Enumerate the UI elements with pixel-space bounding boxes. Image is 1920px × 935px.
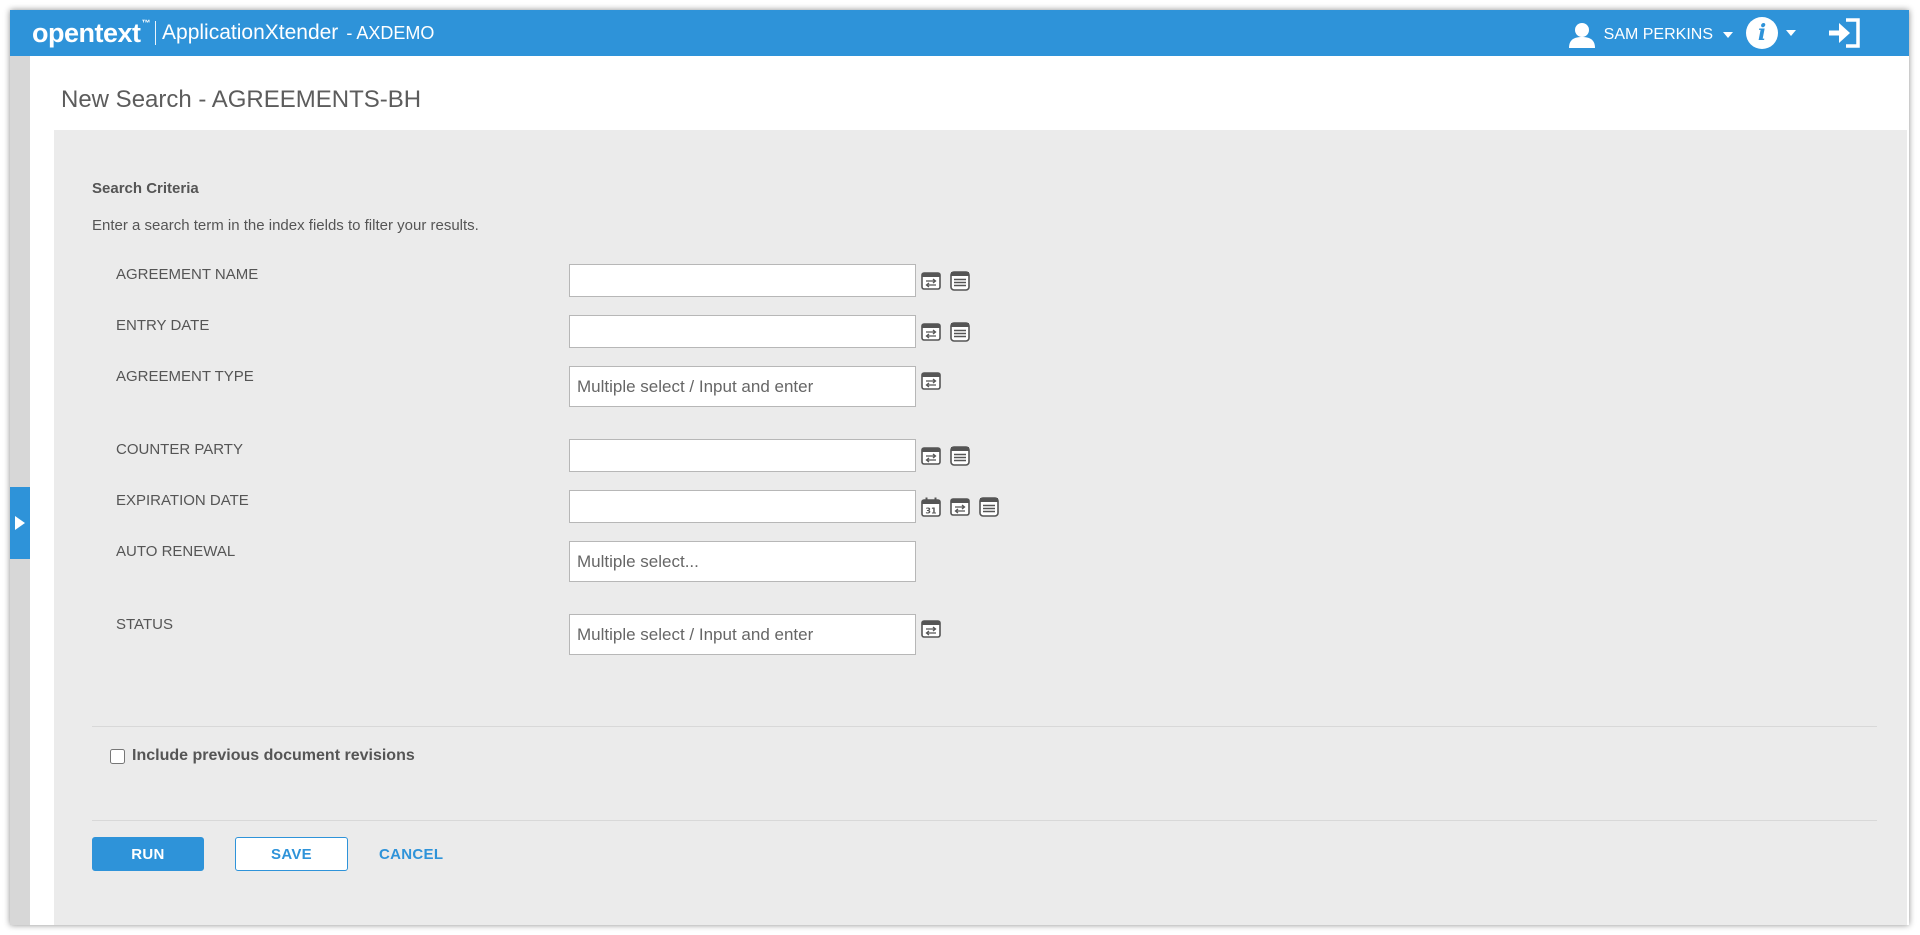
app-window: opentext™ ApplicationXtender - AXDEMO SA…	[10, 10, 1909, 925]
operator-icon[interactable]	[921, 271, 941, 291]
search-criteria-title: Search Criteria	[92, 180, 199, 197]
top-bar: opentext™ ApplicationXtender - AXDEMO SA…	[10, 10, 1909, 56]
save-button[interactable]: SAVE	[235, 837, 348, 871]
info-icon: i	[1746, 17, 1778, 49]
list-icon[interactable]	[979, 497, 999, 517]
include-revisions-option[interactable]: Include previous document revisions	[110, 747, 415, 765]
field-label-auto-renewal: AUTO RENEWAL	[116, 543, 236, 560]
info-menu[interactable]: i	[1746, 17, 1796, 49]
logout-button[interactable]	[1827, 18, 1861, 53]
chevron-down-icon	[1723, 32, 1733, 38]
expiration-date-input[interactable]	[569, 490, 916, 523]
user-icon	[1568, 23, 1595, 48]
field-label-status: STATUS	[116, 616, 173, 633]
calendar-day: 31	[925, 507, 937, 516]
brand: opentext™ ApplicationXtender - AXDEMO	[32, 17, 434, 49]
logout-icon	[1829, 18, 1860, 48]
cancel-button[interactable]: CANCEL	[367, 837, 447, 871]
status-input[interactable]	[569, 614, 916, 655]
field-label-expiration-date: EXPIRATION DATE	[116, 492, 249, 509]
user-name: SAM PERKINS	[1603, 26, 1713, 43]
include-revisions-label: Include previous document revisions	[132, 747, 415, 764]
divider	[92, 820, 1877, 821]
search-panel: Search Criteria Enter a search term in t…	[54, 130, 1907, 925]
counter-party-input[interactable]	[569, 439, 916, 472]
chevron-right-icon	[15, 516, 25, 530]
operator-icon[interactable]	[921, 322, 941, 342]
repository-name: - AXDEMO	[346, 22, 435, 43]
product-name: ApplicationXtender	[162, 21, 339, 44]
title-bar: New Search - AGREEMENTS-BH	[30, 56, 1909, 140]
list-icon[interactable]	[950, 271, 970, 291]
search-criteria-description: Enter a search term in the index fields …	[92, 217, 479, 234]
operator-icon[interactable]	[921, 446, 941, 466]
operator-icon[interactable]	[921, 619, 941, 639]
list-icon[interactable]	[950, 446, 970, 466]
page-title: New Search - AGREEMENTS-BH	[61, 86, 422, 113]
divider	[92, 726, 1877, 727]
agreement-type-input[interactable]	[569, 366, 916, 407]
expand-panel-button[interactable]	[10, 487, 30, 559]
field-label-entry-date: ENTRY DATE	[116, 317, 210, 334]
chevron-down-icon	[1786, 30, 1796, 36]
entry-date-input[interactable]	[569, 315, 916, 348]
opentext-logo: opentext™	[32, 17, 151, 48]
operator-icon[interactable]	[950, 497, 970, 517]
agreement-name-input[interactable]	[569, 264, 916, 297]
field-label-counter-party: COUNTER PARTY	[116, 441, 243, 458]
list-icon[interactable]	[950, 322, 970, 342]
brand-separator	[155, 21, 157, 45]
run-button[interactable]: RUN	[92, 837, 204, 871]
user-menu[interactable]: SAM PERKINS	[1568, 22, 1733, 48]
field-label-agreement-name: AGREEMENT NAME	[116, 266, 259, 283]
operator-icon[interactable]	[921, 371, 941, 391]
include-revisions-checkbox[interactable]	[110, 748, 125, 764]
calendar-icon[interactable]: 31	[921, 497, 941, 517]
auto-renewal-select[interactable]	[569, 541, 916, 582]
field-label-agreement-type: AGREEMENT TYPE	[116, 368, 254, 385]
